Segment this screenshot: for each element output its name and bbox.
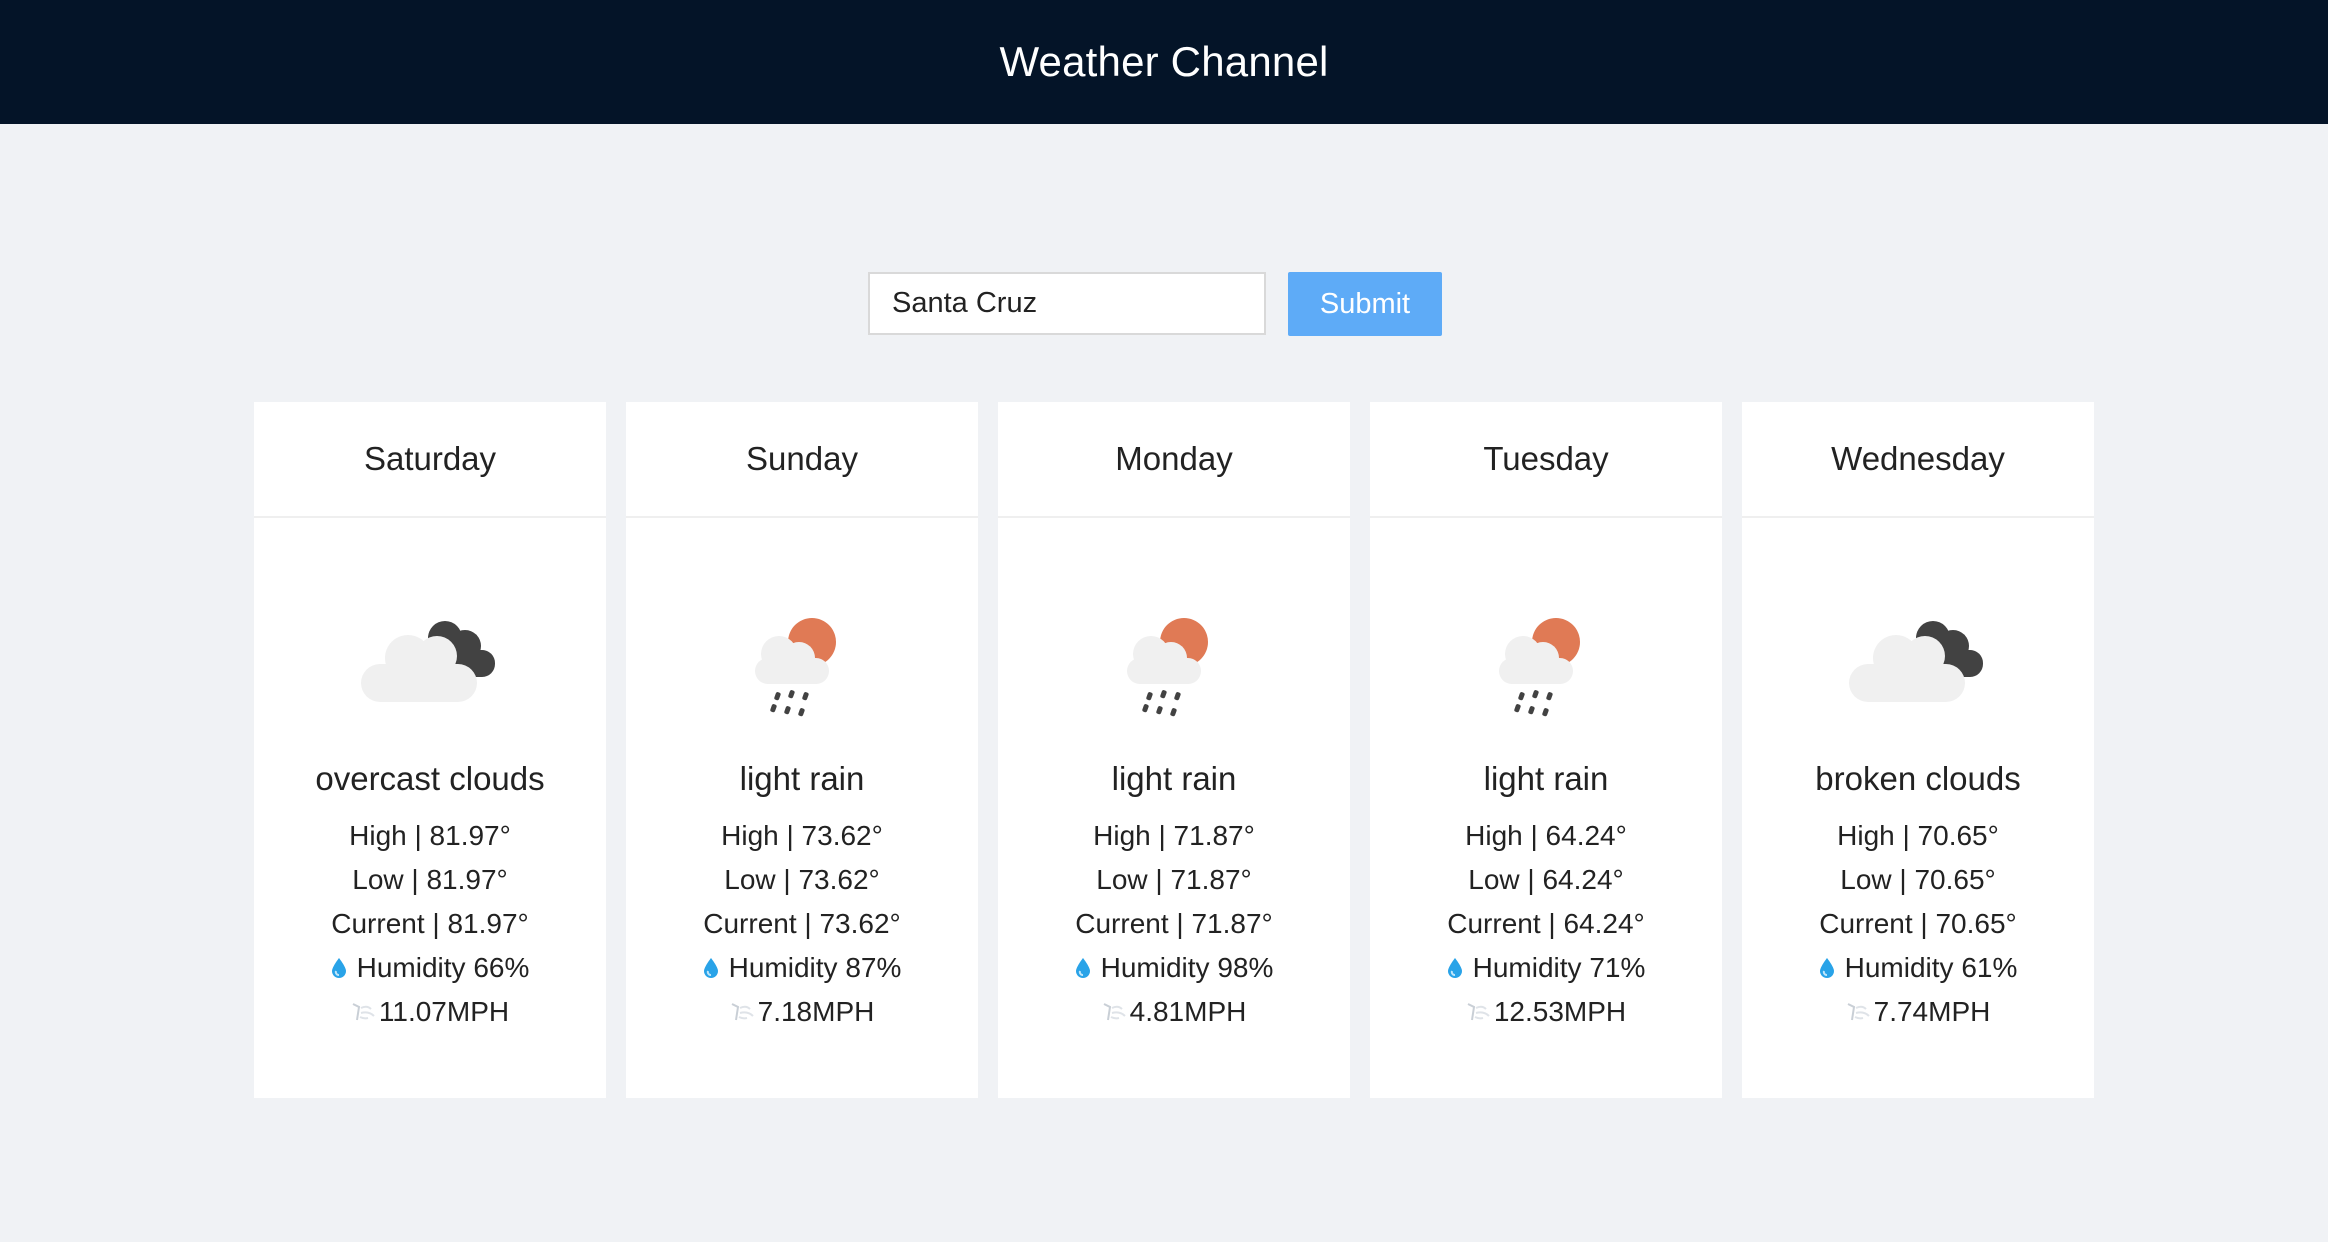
humidity-row: Humidity 98% [1075, 946, 1274, 990]
weather-description: broken clouds [1815, 760, 2021, 797]
forecast-card: Tuesday light rain High | 64.24° Low | 6… [1370, 402, 1722, 1098]
forecast-card: Sunday light rain High | 73.62° Low | 73… [626, 402, 978, 1098]
forecast-cards: Saturday overcast clouds High | 81.97° L… [254, 402, 2094, 1098]
broken-clouds-icon [1843, 610, 1993, 720]
humidity-row: Humidity 66% [331, 946, 530, 990]
current-temp: Current | 73.62° [703, 908, 901, 939]
wind-icon [1847, 1003, 1870, 1021]
weather-description: light rain [1483, 760, 1609, 797]
high-temp: High | 73.62° [721, 820, 883, 851]
wind-row: 11.07MPH [351, 990, 509, 1034]
day-name: Monday [998, 402, 1350, 518]
humidity-row: Humidity 61% [1819, 946, 2018, 990]
light-rain-icon [1471, 610, 1621, 720]
app-title: Weather Channel [999, 38, 1329, 85]
low-temp: Low | 73.62° [724, 864, 880, 895]
wind-row: 7.74MPH [1846, 990, 1991, 1034]
humidity-value: Humidity 61% [1844, 952, 2018, 983]
submit-button[interactable]: Submit [1288, 272, 1442, 336]
light-rain-icon [1099, 610, 1249, 720]
current-temp: Current | 64.24° [1447, 908, 1645, 939]
weather-description: light rain [739, 760, 865, 797]
humidity-row: Humidity 87% [703, 946, 902, 990]
forecast-card: Saturday overcast clouds High | 81.97° L… [254, 402, 606, 1098]
wind-value: 7.18MPH [757, 996, 875, 1027]
overcast-clouds-icon [355, 610, 505, 720]
forecast-card: Wednesday broken clouds High | 70.65° Lo… [1742, 402, 2094, 1098]
water-drop-icon [1447, 958, 1462, 978]
wind-icon [352, 1003, 375, 1021]
day-name: Saturday [254, 402, 606, 518]
current-temp: Current | 71.87° [1075, 908, 1273, 939]
weather-description: overcast clouds [315, 760, 545, 797]
wind-value: 7.74MPH [1873, 996, 1991, 1027]
app-header: Weather Channel [0, 0, 2328, 124]
wind-icon [731, 1003, 754, 1021]
wind-row: 7.18MPH [730, 990, 875, 1034]
water-drop-icon [1819, 958, 1834, 978]
low-temp: Low | 71.87° [1096, 864, 1252, 895]
humidity-value: Humidity 98% [1100, 952, 1274, 983]
high-temp: High | 71.87° [1093, 820, 1255, 851]
wind-row: 12.53MPH [1466, 990, 1626, 1034]
water-drop-icon [331, 958, 346, 978]
wind-icon [1467, 1003, 1490, 1021]
day-name: Tuesday [1370, 402, 1722, 518]
high-temp: High | 64.24° [1465, 820, 1627, 851]
wind-icon [1103, 1003, 1126, 1021]
high-temp: High | 70.65° [1837, 820, 1999, 851]
low-temp: Low | 81.97° [352, 864, 508, 895]
wind-value: 4.81MPH [1129, 996, 1247, 1027]
city-search-input[interactable] [868, 272, 1266, 335]
wind-row: 4.81MPH [1102, 990, 1247, 1034]
wind-value: 11.07MPH [378, 996, 510, 1027]
wind-value: 12.53MPH [1493, 996, 1627, 1027]
low-temp: Low | 70.65° [1840, 864, 1996, 895]
current-temp: Current | 81.97° [331, 908, 529, 939]
weather-description: light rain [1111, 760, 1237, 797]
forecast-card: Monday light rain High | 71.87° Low | 71… [998, 402, 1350, 1098]
water-drop-icon [703, 958, 718, 978]
humidity-value: Humidity 71% [1472, 952, 1646, 983]
high-temp: High | 81.97° [349, 820, 511, 851]
water-drop-icon [1075, 958, 1090, 978]
low-temp: Low | 64.24° [1468, 864, 1624, 895]
humidity-row: Humidity 71% [1447, 946, 1646, 990]
current-temp: Current | 70.65° [1819, 908, 2017, 939]
humidity-value: Humidity 87% [728, 952, 902, 983]
day-name: Wednesday [1742, 402, 2094, 518]
light-rain-icon [727, 610, 877, 720]
day-name: Sunday [626, 402, 978, 518]
humidity-value: Humidity 66% [356, 952, 530, 983]
